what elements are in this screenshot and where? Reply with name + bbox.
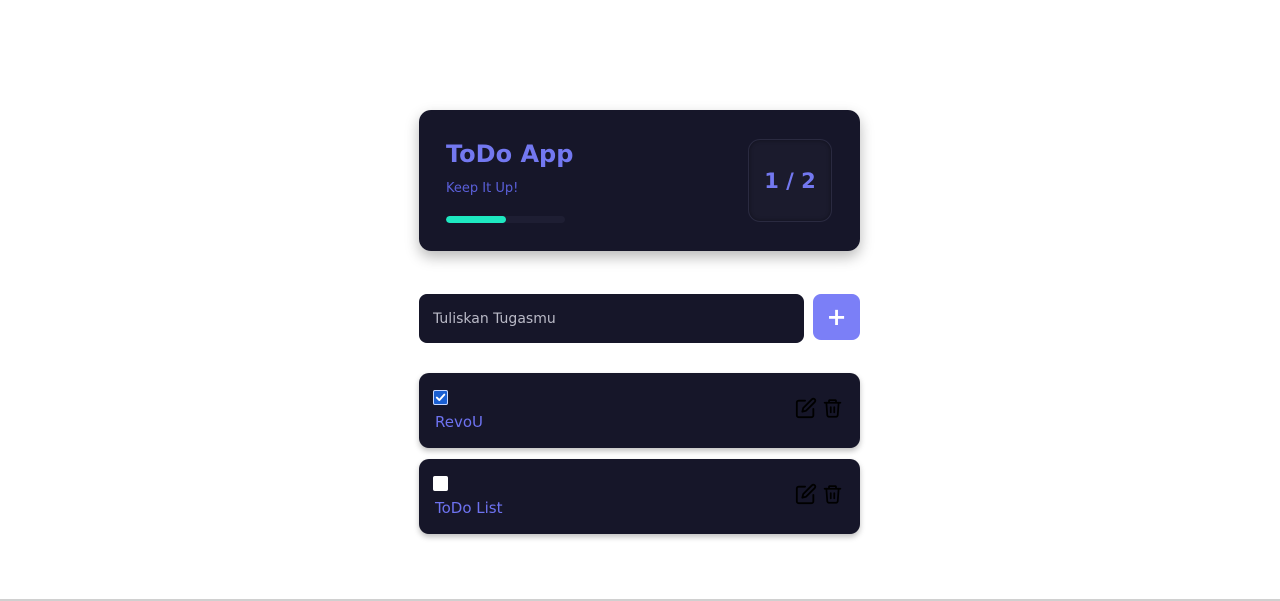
todo-label: RevoU: [435, 413, 484, 431]
task-counter: 1 / 2: [748, 139, 832, 222]
add-task-button[interactable]: +: [813, 294, 860, 340]
app-title: ToDo App: [446, 140, 574, 168]
todo-item: RevoU: [419, 373, 860, 448]
trash-icon[interactable]: [822, 397, 843, 419]
app-subtitle: Keep It Up!: [446, 181, 519, 196]
edit-icon[interactable]: [795, 397, 817, 419]
todo-item: ToDo List: [419, 459, 860, 534]
edit-icon[interactable]: [795, 483, 817, 505]
trash-icon[interactable]: [822, 483, 843, 505]
progress-bar: [446, 216, 565, 223]
todo-checkbox[interactable]: [433, 476, 448, 491]
progress-bar-fill: [446, 216, 506, 223]
check-icon: [435, 393, 446, 402]
todo-label: ToDo List: [435, 499, 503, 517]
todo-checkbox[interactable]: [433, 390, 448, 405]
task-input[interactable]: [419, 294, 804, 343]
summary-card: ToDo App Keep It Up! 1 / 2: [419, 110, 860, 251]
todo-app-page: ToDo App Keep It Up! 1 / 2 + RevoU ToDo: [0, 0, 1280, 601]
